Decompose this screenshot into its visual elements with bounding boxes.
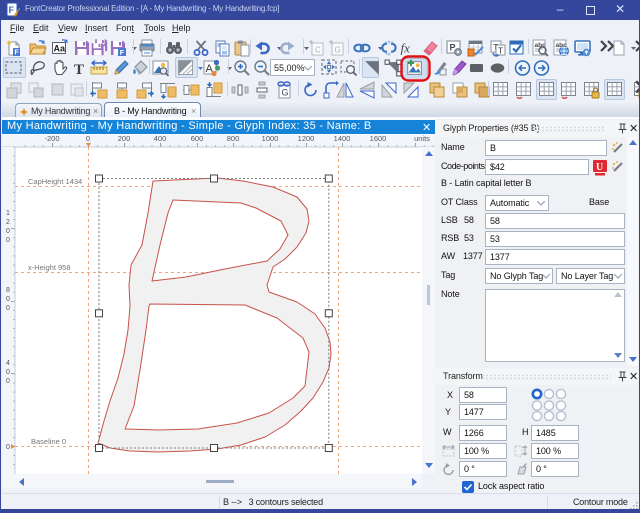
svg-text:F: F	[9, 5, 15, 15]
svg-text:C: C	[315, 46, 321, 55]
svg-text:8: 8	[6, 287, 10, 294]
svg-text:x-Height 958: x-Height 958	[28, 263, 71, 272]
svg-text:400: 400	[154, 134, 167, 143]
svg-text:1200: 1200	[298, 134, 315, 143]
svg-text:0: 0	[6, 305, 10, 312]
svg-text:200: 200	[118, 134, 131, 143]
svg-text:0: 0	[6, 444, 10, 451]
svg-text:F: F	[15, 50, 20, 57]
svg-text:1: 1	[6, 210, 10, 217]
svg-text:1000: 1000	[262, 134, 279, 143]
svg-text:0: 0	[6, 296, 10, 303]
svg-text:G: G	[282, 88, 289, 98]
svg-text:0: 0	[6, 369, 10, 376]
svg-text:2: 2	[6, 219, 10, 226]
svg-text:0: 0	[6, 237, 10, 244]
svg-text:0: 0	[86, 134, 90, 143]
svg-text:800: 800	[227, 134, 240, 143]
svg-text:fx: fx	[401, 41, 411, 56]
svg-text:T: T	[498, 46, 503, 56]
svg-text:Aa: Aa	[54, 44, 66, 54]
svg-text:0: 0	[6, 228, 10, 235]
svg-text:1400: 1400	[334, 134, 351, 143]
svg-text:0: 0	[6, 378, 10, 385]
svg-text:F: F	[120, 50, 125, 57]
svg-text:1600: 1600	[370, 134, 387, 143]
svg-text:T: T	[74, 62, 84, 77]
svg-text:4: 4	[6, 360, 10, 367]
svg-text:-200: -200	[44, 134, 59, 143]
svg-text:U: U	[596, 162, 603, 173]
svg-text:CapHeight 1434: CapHeight 1434	[28, 177, 82, 186]
svg-text:600: 600	[191, 134, 204, 143]
svg-text:G: G	[335, 46, 341, 55]
svg-text:units: units	[414, 134, 430, 143]
svg-text:Baseline 0: Baseline 0	[31, 437, 66, 446]
